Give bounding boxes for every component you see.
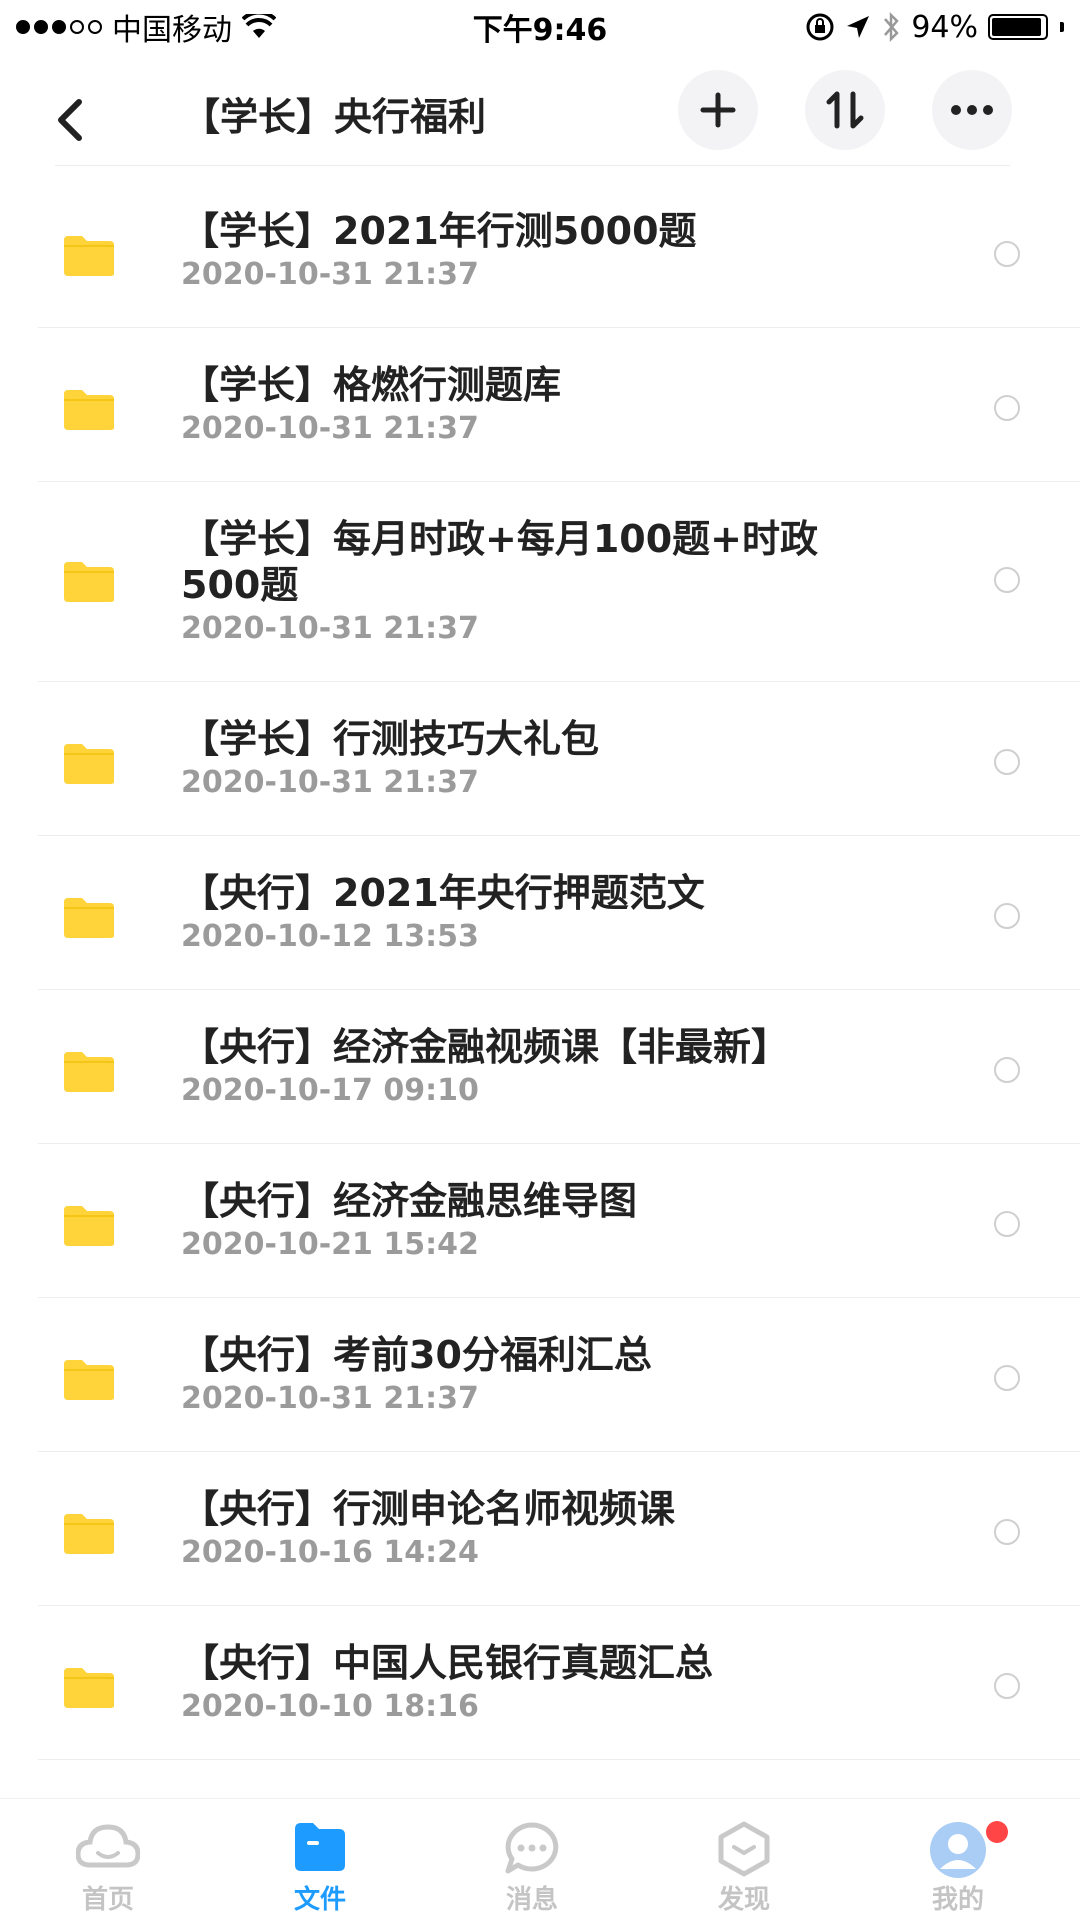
plus-icon	[700, 92, 736, 128]
list-item[interactable]: 【央行】经济金融视频课【非最新】 2020-10-17 09:10	[38, 990, 1080, 1144]
list-item[interactable]: 【学长】2021年行测5000题 2020-10-31 21:37	[38, 168, 1080, 328]
folder-icon	[62, 896, 116, 940]
item-date: 2020-10-21 15:42	[181, 1226, 861, 1264]
wifi-icon	[242, 14, 276, 40]
battery-icon	[988, 14, 1048, 40]
chat-icon	[504, 1821, 560, 1877]
folder-icon	[62, 560, 116, 604]
folder-icon	[62, 1358, 116, 1402]
item-date: 2020-10-17 09:10	[181, 1072, 861, 1110]
select-checkbox[interactable]	[994, 1519, 1020, 1545]
tab-label: 发现	[644, 1879, 844, 1916]
item-name: 【央行】经济金融思维导图	[181, 1178, 861, 1224]
battery-percent: 94%	[911, 10, 978, 45]
item-name: 【学长】2021年行测5000题	[181, 208, 861, 254]
item-name: 【央行】中国人民银行真题汇总	[181, 1640, 861, 1686]
tab-bar: 首页 文件 消息 发现 我的	[0, 1798, 1080, 1920]
tab-profile[interactable]: 我的	[858, 1799, 1058, 1921]
carrier-name: 中国移动	[112, 5, 232, 49]
sort-icon	[825, 90, 865, 130]
item-name: 【学长】行测技巧大礼包	[181, 716, 861, 762]
select-checkbox[interactable]	[994, 567, 1020, 593]
folder-icon	[62, 1204, 116, 1248]
list-item[interactable]: 【央行】中国人民银行真题汇总 2020-10-10 18:16	[38, 1606, 1080, 1760]
folder-icon	[62, 234, 116, 278]
tab-label: 文件	[220, 1879, 420, 1916]
folder-icon	[62, 742, 116, 786]
item-date: 2020-10-12 13:53	[181, 918, 861, 956]
more-icon	[950, 104, 994, 116]
list-item[interactable]: 【央行】考前30分福利汇总 2020-10-31 21:37	[38, 1298, 1080, 1452]
status-bar: 中国移动 下午9:46 94%	[0, 0, 1080, 54]
select-checkbox[interactable]	[994, 1211, 1020, 1237]
discover-icon	[718, 1821, 770, 1877]
more-button[interactable]	[932, 70, 1012, 150]
list-item[interactable]: 【学长】格燃行测题库 2020-10-31 21:37	[38, 328, 1080, 482]
list-item[interactable]: 【央行】2021年央行押题范文 2020-10-12 13:53	[38, 836, 1080, 990]
folder-icon	[293, 1821, 347, 1873]
item-date: 2020-10-31 21:37	[181, 1380, 861, 1418]
folder-icon	[62, 1512, 116, 1556]
item-date: 2020-10-16 14:24	[181, 1534, 861, 1572]
orientation-lock-icon	[805, 12, 835, 42]
item-date: 2020-10-31 21:37	[181, 764, 861, 802]
select-checkbox[interactable]	[994, 241, 1020, 267]
item-name: 【学长】每月时政+每月100题+时政	[181, 516, 861, 562]
status-right: 94%	[805, 10, 1064, 45]
add-button[interactable]	[678, 70, 758, 150]
chevron-left-icon	[55, 98, 85, 142]
item-date: 2020-10-31 21:37	[181, 256, 861, 294]
select-checkbox[interactable]	[994, 1057, 1020, 1083]
list-item[interactable]: 【央行】行测申论名师视频课 2020-10-16 14:24	[38, 1452, 1080, 1606]
tab-label: 首页	[8, 1879, 208, 1916]
back-button[interactable]	[40, 90, 100, 150]
header-divider	[55, 165, 1010, 166]
item-name-continued: 500题	[181, 562, 861, 608]
cloud-icon	[76, 1821, 140, 1871]
sort-button[interactable]	[805, 70, 885, 150]
tab-label: 消息	[432, 1879, 632, 1916]
status-left: 中国移动	[16, 5, 276, 49]
list-item[interactable]: 【央行】经济金融思维导图 2020-10-21 15:42	[38, 1144, 1080, 1298]
file-list: 【学长】2021年行测5000题 2020-10-31 21:37 【学长】格燃…	[0, 168, 1080, 1760]
item-name: 【央行】经济金融视频课【非最新】	[181, 1024, 861, 1070]
item-name: 【央行】行测申论名师视频课	[181, 1486, 861, 1532]
tab-messages[interactable]: 消息	[432, 1799, 632, 1921]
tab-home[interactable]: 首页	[8, 1799, 208, 1921]
status-time: 下午9:46	[473, 5, 608, 49]
folder-icon	[62, 1050, 116, 1094]
select-checkbox[interactable]	[994, 395, 1020, 421]
item-date: 2020-10-31 21:37	[181, 610, 861, 648]
folder-icon	[62, 388, 116, 432]
item-date: 2020-10-10 18:16	[181, 1688, 861, 1726]
page-title: 【学长】央行福利	[182, 86, 486, 141]
item-name: 【学长】格燃行测题库	[181, 362, 861, 408]
select-checkbox[interactable]	[994, 903, 1020, 929]
list-item[interactable]: 【学长】行测技巧大礼包 2020-10-31 21:37	[38, 682, 1080, 836]
location-icon	[845, 14, 871, 40]
select-checkbox[interactable]	[994, 1365, 1020, 1391]
tab-discover[interactable]: 发现	[644, 1799, 844, 1921]
bluetooth-icon	[881, 11, 901, 43]
item-name: 【央行】2021年央行押题范文	[181, 870, 861, 916]
signal-strength-icon	[16, 20, 102, 34]
folder-icon	[62, 1666, 116, 1710]
list-item[interactable]: 【学长】每月时政+每月100题+时政 500题 2020-10-31 21:37	[38, 482, 1080, 682]
select-checkbox[interactable]	[994, 1673, 1020, 1699]
avatar-icon	[929, 1821, 987, 1879]
tab-files[interactable]: 文件	[220, 1799, 420, 1921]
notification-badge	[986, 1821, 1008, 1843]
tab-label: 我的	[858, 1879, 1058, 1916]
item-date: 2020-10-31 21:37	[181, 410, 861, 448]
select-checkbox[interactable]	[994, 749, 1020, 775]
item-name: 【央行】考前30分福利汇总	[181, 1332, 861, 1378]
header: 【学长】央行福利	[0, 66, 1080, 176]
